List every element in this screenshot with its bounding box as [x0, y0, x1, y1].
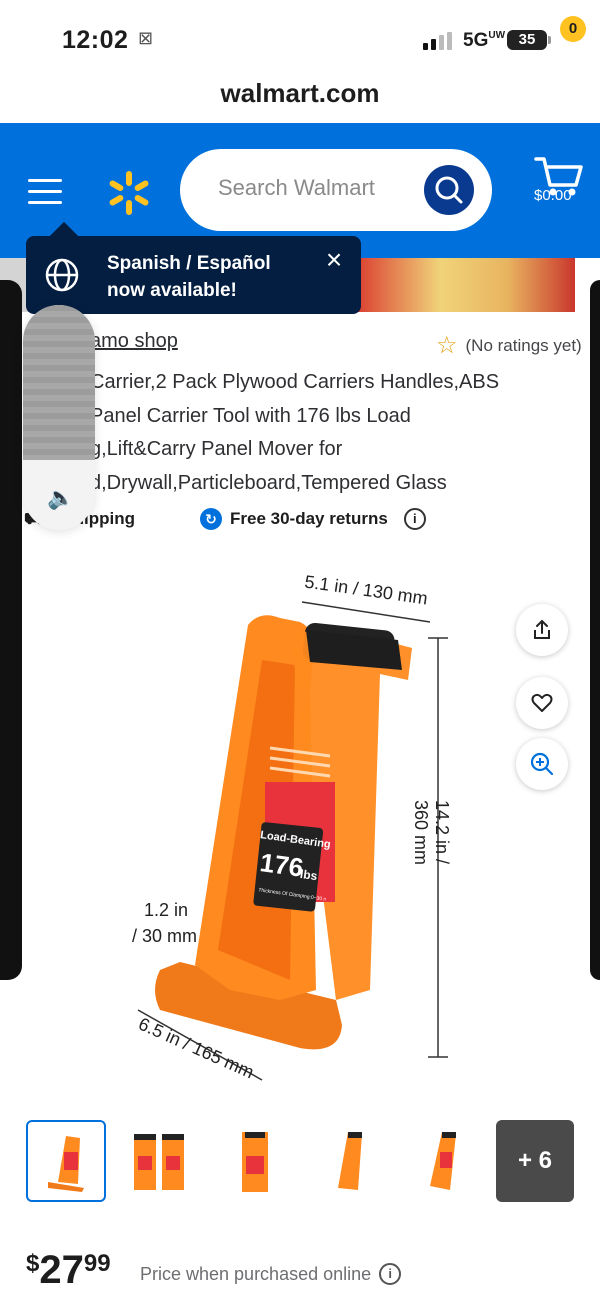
zoom-button[interactable] [516, 738, 568, 790]
volume-level [23, 305, 95, 460]
product-title-line: Panel Carrier Tool with 176 lbs Load [90, 404, 411, 427]
signal-icon [423, 32, 452, 50]
heart-icon [531, 693, 553, 712]
thumbnail-image[interactable] [402, 1120, 482, 1202]
dimension-height: 14.2 in / 360 mm [411, 800, 452, 866]
speaker-icon: 🔈 [47, 485, 75, 510]
browser-url[interactable]: walmart.com [0, 78, 600, 109]
network-indicator: 5GUW [463, 30, 505, 52]
favorite-button[interactable] [516, 677, 568, 729]
screen-edge-right [590, 280, 600, 980]
thumbnail-image[interactable] [26, 1120, 106, 1202]
search-bar[interactable] [180, 149, 492, 231]
network-type: 5G [463, 30, 489, 51]
nfc-icon: ⊠ [138, 28, 154, 48]
status-time: 12:02 [62, 26, 129, 54]
price-cents: 99 [83, 1250, 111, 1277]
network-suffix: UW [488, 30, 506, 41]
rating-text: (No ratings yet) [465, 336, 582, 355]
badge-value: 176 [258, 847, 306, 883]
more-images-button[interactable]: + 6 [496, 1120, 574, 1202]
product-title-line: g,Lift&Carry Panel Mover for [90, 438, 343, 460]
dimension-clamp-line1: 1.2 in [144, 900, 189, 920]
product-title: Carrier,2 Pack Plywood Carriers Handles,… [90, 366, 570, 500]
seller-shop-link[interactable]: amo shop [90, 330, 178, 353]
price-whole: 27 [39, 1248, 84, 1292]
toast-line-1: Spanish / Español [107, 253, 271, 274]
cart-count-badge: 0 [560, 16, 586, 42]
menu-icon[interactable] [28, 179, 62, 205]
globe-icon [45, 258, 79, 292]
battery-tip [548, 36, 551, 44]
price-currency: $ [26, 1250, 40, 1277]
search-input[interactable] [218, 175, 418, 201]
returns-info: ↻ Free 30-day returns i [200, 508, 426, 530]
zoom-in-icon [530, 752, 554, 776]
product-title-line: Carrier,2 Pack Plywood Carriers Handles,… [90, 371, 500, 393]
badge-unit: lbs [299, 866, 319, 884]
product-title-line: d,Drywall,Particleboard,Tempered Glass [90, 471, 447, 494]
close-icon[interactable]: × [322, 246, 346, 274]
status-bar: 12:02 ⊠ 5GUW 35 [0, 0, 600, 70]
search-button[interactable] [424, 165, 474, 215]
price-note: Price when purchased online i [140, 1263, 402, 1285]
promo-banner-image[interactable] [350, 258, 575, 312]
share-button[interactable] [516, 604, 568, 656]
dimension-clamp-line2: / 30 mm [132, 926, 198, 946]
product-main-image[interactable]: 5.1 in / 130 mm 14.2 in / 360 mm 1.2 in … [120, 570, 480, 1090]
toast-message[interactable]: Spanish / Español now available! [107, 250, 271, 304]
star-outline-icon: ☆ [436, 332, 458, 359]
info-icon[interactable]: i [403, 508, 426, 530]
share-icon [534, 619, 550, 639]
thumbnail-image[interactable] [214, 1120, 294, 1202]
price: $ 27 99 [26, 1248, 111, 1292]
cart-total[interactable]: $0.00 [534, 187, 572, 204]
toast-line-2: now available! [107, 280, 237, 301]
returns-text: Free 30-day returns [230, 509, 388, 528]
search-icon [435, 176, 463, 204]
screen-edge-left [0, 280, 22, 980]
image-thumbnails: + 6 [26, 1120, 574, 1202]
thumbnail-image[interactable] [308, 1120, 388, 1202]
walmart-spark-logo[interactable] [105, 169, 153, 217]
info-icon[interactable]: i [379, 1263, 402, 1285]
price-note-text: Price when purchased online [140, 1263, 372, 1284]
volume-slider[interactable]: 🔈 [23, 305, 95, 530]
thumbnail-image[interactable] [120, 1120, 200, 1202]
language-toast: Spanish / Español now available! × [26, 236, 361, 314]
rating-summary[interactable]: ☆ (No ratings yet) [436, 334, 582, 358]
returns-icon: ↻ [200, 508, 222, 530]
battery-icon: 35 [507, 30, 547, 50]
